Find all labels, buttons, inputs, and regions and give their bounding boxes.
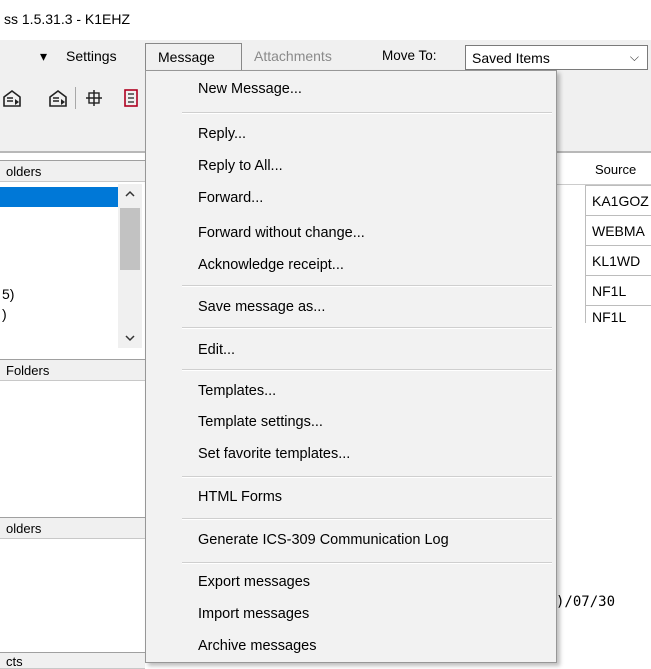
menu-separator: [182, 369, 552, 371]
open-mail-icon[interactable]: [48, 88, 68, 113]
folders-header-label: olders: [6, 521, 42, 536]
title-bar: ss 1.5.31.3 - K1EHZ: [0, 0, 651, 40]
folders-header-label: olders: [6, 164, 42, 179]
folders-header-label: Folders: [6, 363, 50, 378]
selected-folder-row[interactable]: [0, 187, 118, 207]
menu-item-new-message[interactable]: New Message...: [198, 81, 302, 97]
move-to-label: Move To:: [382, 48, 437, 63]
folder-item[interactable]: 5): [2, 286, 14, 302]
open-mail-icon[interactable]: [2, 88, 22, 113]
folders-header: olders: [0, 160, 145, 182]
menu-item-archive-messages[interactable]: Archive messages: [198, 638, 316, 654]
source-cell: WEBMA: [592, 223, 645, 239]
menu-separator: [182, 518, 552, 520]
column-source[interactable]: Source: [595, 162, 636, 177]
table-row[interactable]: WEBMA: [585, 215, 651, 245]
menu-bar: ▾ Settings Message Attachments Move To: …: [0, 40, 651, 73]
scroll-thumb[interactable]: [120, 208, 140, 270]
window-title: ss 1.5.31.3 - K1EHZ: [4, 11, 131, 27]
menu-item-set-favorite-templates[interactable]: Set favorite templates...: [198, 446, 350, 462]
menu-item-export-messages[interactable]: Export messages: [198, 574, 310, 590]
menu-message-label: Message: [158, 49, 215, 65]
source-cell: NF1L: [592, 283, 627, 299]
folders-list-3[interactable]: [0, 539, 145, 649]
menu-item-template-settings[interactable]: Template settings...: [198, 414, 323, 430]
menu-overflow-arrow[interactable]: ▾: [40, 48, 47, 65]
folders-header-2: Folders: [0, 359, 145, 381]
move-to-value: Saved Items: [472, 50, 550, 66]
menu-item-html-forms[interactable]: HTML Forms: [198, 489, 282, 505]
table-row[interactable]: NF1L: [585, 275, 651, 305]
menu-item-reply[interactable]: Reply...: [198, 126, 246, 142]
menu-attachments[interactable]: Attachments: [254, 48, 332, 64]
menu-separator: [182, 112, 552, 114]
folders-scrollbar[interactable]: [118, 184, 142, 348]
chevron-down-icon[interactable]: ⌵: [630, 50, 639, 65]
menu-message[interactable]: Message: [145, 43, 242, 73]
menu-item-acknowledge-receipt[interactable]: Acknowledge receipt...: [198, 257, 344, 273]
menu-separator: [182, 285, 552, 287]
menu-icon-gutter: [146, 71, 180, 662]
folders-header-3: olders: [0, 517, 145, 539]
scroll-up-icon[interactable]: [124, 188, 136, 202]
source-cell: KL1WD: [592, 253, 641, 269]
menu-item-forward-without-change[interactable]: Forward without change...: [198, 225, 365, 241]
menu-item-forward[interactable]: Forward...: [198, 190, 263, 206]
message-body-fragment: )/07/30: [556, 594, 616, 610]
move-to-select[interactable]: Saved Items ⌵: [465, 45, 648, 70]
toolbar-divider: [75, 87, 76, 109]
book-icon[interactable]: [124, 88, 138, 113]
menu-separator: [182, 327, 552, 329]
menu-separator: [182, 476, 552, 478]
folder-item[interactable]: ): [2, 306, 7, 322]
scroll-down-icon[interactable]: [124, 332, 136, 346]
table-row[interactable]: KL1WD: [585, 245, 651, 275]
menu-item-edit[interactable]: Edit...: [198, 342, 235, 358]
menu-item-save-message-as[interactable]: Save message as...: [198, 299, 325, 315]
source-cell: KA1GOZ: [592, 193, 649, 209]
menu-item-templates[interactable]: Templates...: [198, 383, 276, 399]
message-grid[interactable]: Source KA1GOZ WEBMA KL1WD NF1L NF1L: [555, 153, 651, 348]
table-row[interactable]: NF1L: [585, 305, 651, 323]
menu-separator: [182, 562, 552, 564]
menu-item-reply-all[interactable]: Reply to All...: [198, 158, 283, 174]
menu-settings[interactable]: Settings: [66, 48, 117, 64]
table-row[interactable]: KA1GOZ: [585, 185, 651, 215]
contacts-header: cts: [0, 652, 145, 669]
menu-item-import-messages[interactable]: Import messages: [198, 606, 309, 622]
move-icon[interactable]: [84, 88, 104, 113]
folders-list[interactable]: 5) ): [0, 182, 145, 350]
message-menu: New Message... Reply... Reply to All... …: [145, 70, 557, 663]
contacts-header-label: cts: [6, 654, 23, 669]
folders-list-2[interactable]: [0, 381, 145, 515]
menu-item-generate-ics-309[interactable]: Generate ICS-309 Communication Log: [198, 532, 449, 548]
grid-header: Source: [555, 155, 651, 185]
source-cell: NF1L: [592, 309, 627, 323]
